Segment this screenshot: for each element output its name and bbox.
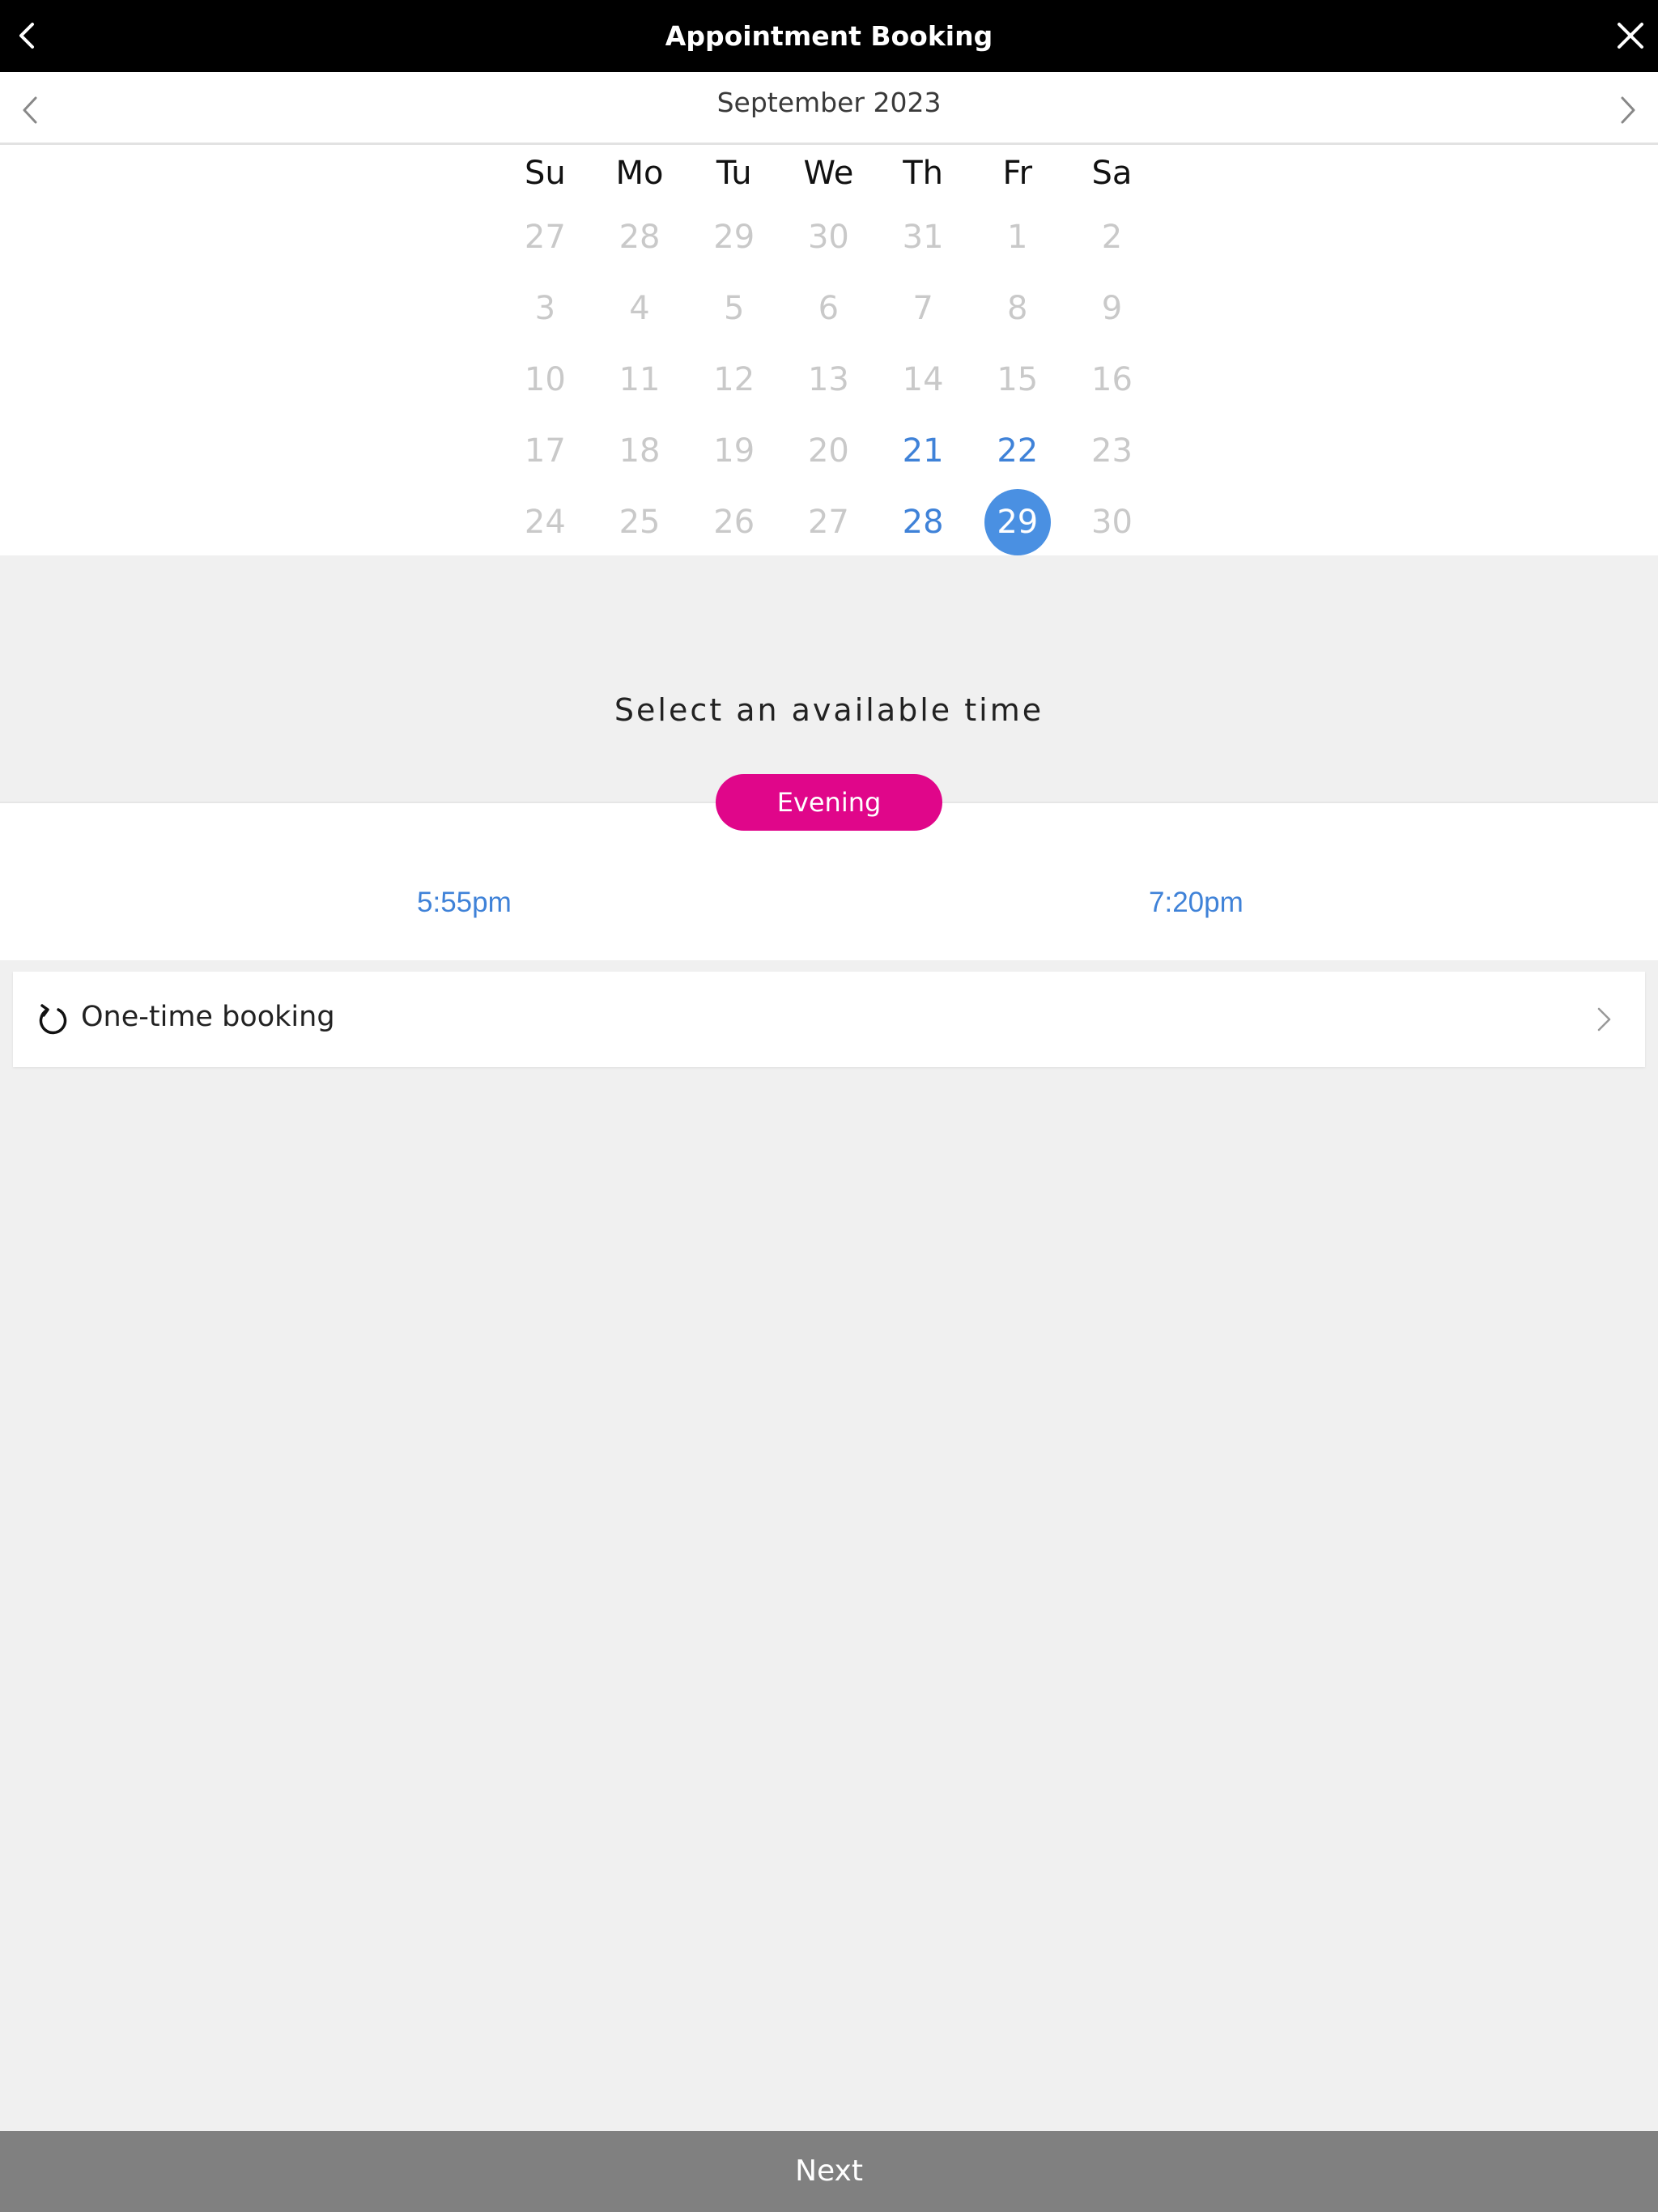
calendar-day: 13 — [781, 344, 876, 415]
day-number: 6 — [818, 290, 840, 327]
weekday-header: Th — [903, 155, 943, 192]
day-number: 27 — [524, 219, 566, 256]
day-number: 7 — [912, 290, 933, 327]
day-number: 27 — [807, 504, 849, 541]
day-number: 29 — [713, 219, 755, 256]
day-number: 23 — [1091, 432, 1133, 470]
calendar-day: 27 — [781, 487, 876, 558]
calendar-day: 30 — [1065, 487, 1159, 558]
calendar-day: 1 — [970, 202, 1065, 273]
calendar-day: 11 — [593, 344, 687, 415]
weekday-header: Sa — [1091, 155, 1133, 192]
day-number: 25 — [619, 504, 661, 541]
calendar-day: 17 — [498, 415, 593, 487]
selected-day[interactable]: 29 — [970, 487, 1065, 558]
weekday-header: Tu — [716, 155, 752, 192]
day-number: 1 — [1007, 219, 1028, 256]
day-number: 14 — [902, 361, 944, 398]
day-number: 28 — [902, 504, 944, 541]
day-number: 26 — [713, 504, 755, 541]
day-number: 9 — [1101, 290, 1123, 327]
day-number: 24 — [524, 504, 566, 541]
calendar: Su Mo Tu We Th Fr Sa 27 28 29 30 31 1 2 3 4 5 6 7 8 9 10 11 12 1… — [0, 145, 1658, 555]
calendar-day: 2 — [1065, 202, 1159, 273]
month-label: September 2023 — [716, 87, 942, 118]
day-number: 4 — [629, 290, 650, 327]
weekday-header: We — [803, 155, 854, 192]
weekday-header: Mo — [615, 155, 664, 192]
day-number: 31 — [902, 219, 944, 256]
select-time-heading: Select an available time — [614, 692, 1044, 728]
calendar-day: 16 — [1065, 344, 1159, 415]
calendar-day: 18 — [593, 415, 687, 487]
day-number: 5 — [723, 290, 745, 327]
calendar-day: 12 — [687, 344, 781, 415]
day-number: 12 — [713, 361, 755, 398]
chevron-right-icon — [1597, 1007, 1611, 1032]
calendar-day: 14 — [876, 344, 971, 415]
calendar-day: 31 — [876, 202, 971, 273]
day-number: 15 — [997, 361, 1039, 398]
day-number: 2 — [1101, 219, 1123, 256]
calendar-day: 19 — [687, 415, 781, 487]
page-title: Appointment Booking — [665, 20, 993, 52]
next-month-icon[interactable] — [1616, 94, 1640, 126]
weekday-header: Fr — [1002, 155, 1033, 192]
calendar-day: 23 — [1065, 415, 1159, 487]
calendar-day: 5 — [687, 273, 781, 344]
next-button[interactable]: Next — [0, 2131, 1658, 2212]
calendar-day: 4 — [593, 273, 687, 344]
weekday-header: Su — [524, 155, 566, 192]
day-number: 30 — [807, 219, 849, 256]
calendar-day: 24 — [498, 487, 593, 558]
calendar-day: 30 — [781, 202, 876, 273]
calendar-day: 26 — [687, 487, 781, 558]
calendar-day: 3 — [498, 273, 593, 344]
day-number: 17 — [524, 432, 566, 470]
one-time-booking-row[interactable]: One-time booking — [13, 972, 1645, 1067]
calendar-grid: Su Mo Tu We Th Fr Sa 27 28 29 30 31 1 2 3 4 5 6 7 8 9 10 11 12 1… — [498, 145, 1159, 558]
evening-period-tab[interactable]: Evening — [716, 774, 942, 831]
month-navigation: September 2023 — [0, 72, 1658, 145]
day-number: 8 — [1007, 290, 1028, 327]
day-number: 20 — [807, 432, 849, 470]
calendar-day: 25 — [593, 487, 687, 558]
day-number: 18 — [619, 432, 661, 470]
calendar-day: 9 — [1065, 273, 1159, 344]
time-slot[interactable]: 7:20pm — [1149, 887, 1244, 919]
day-number: 13 — [807, 361, 849, 398]
calendar-day: 28 — [593, 202, 687, 273]
calendar-day: 8 — [970, 273, 1065, 344]
day-number: 30 — [1091, 504, 1133, 541]
calendar-day: 10 — [498, 344, 593, 415]
time-slot[interactable]: 5:55pm — [417, 887, 512, 919]
day-number: 11 — [619, 361, 661, 398]
refresh-icon — [39, 1004, 67, 1035]
calendar-day[interactable]: 28 — [876, 487, 971, 558]
day-number: 29 — [984, 489, 1051, 555]
calendar-day[interactable]: 21 — [876, 415, 971, 487]
calendar-day: 15 — [970, 344, 1065, 415]
day-number: 10 — [524, 361, 566, 398]
booking-type-label: One-time booking — [81, 1001, 335, 1033]
calendar-day[interactable]: 22 — [970, 415, 1065, 487]
calendar-day: 29 — [687, 202, 781, 273]
day-number: 28 — [619, 219, 661, 256]
day-number: 22 — [997, 432, 1039, 470]
calendar-day: 7 — [876, 273, 971, 344]
calendar-day: 27 — [498, 202, 593, 273]
top-bar: Appointment Booking — [0, 0, 1658, 72]
day-number: 21 — [902, 432, 944, 470]
close-icon[interactable] — [1614, 19, 1647, 52]
calendar-day: 6 — [781, 273, 876, 344]
day-number: 19 — [713, 432, 755, 470]
day-number: 3 — [534, 290, 556, 327]
calendar-day: 20 — [781, 415, 876, 487]
day-number: 16 — [1091, 361, 1133, 398]
